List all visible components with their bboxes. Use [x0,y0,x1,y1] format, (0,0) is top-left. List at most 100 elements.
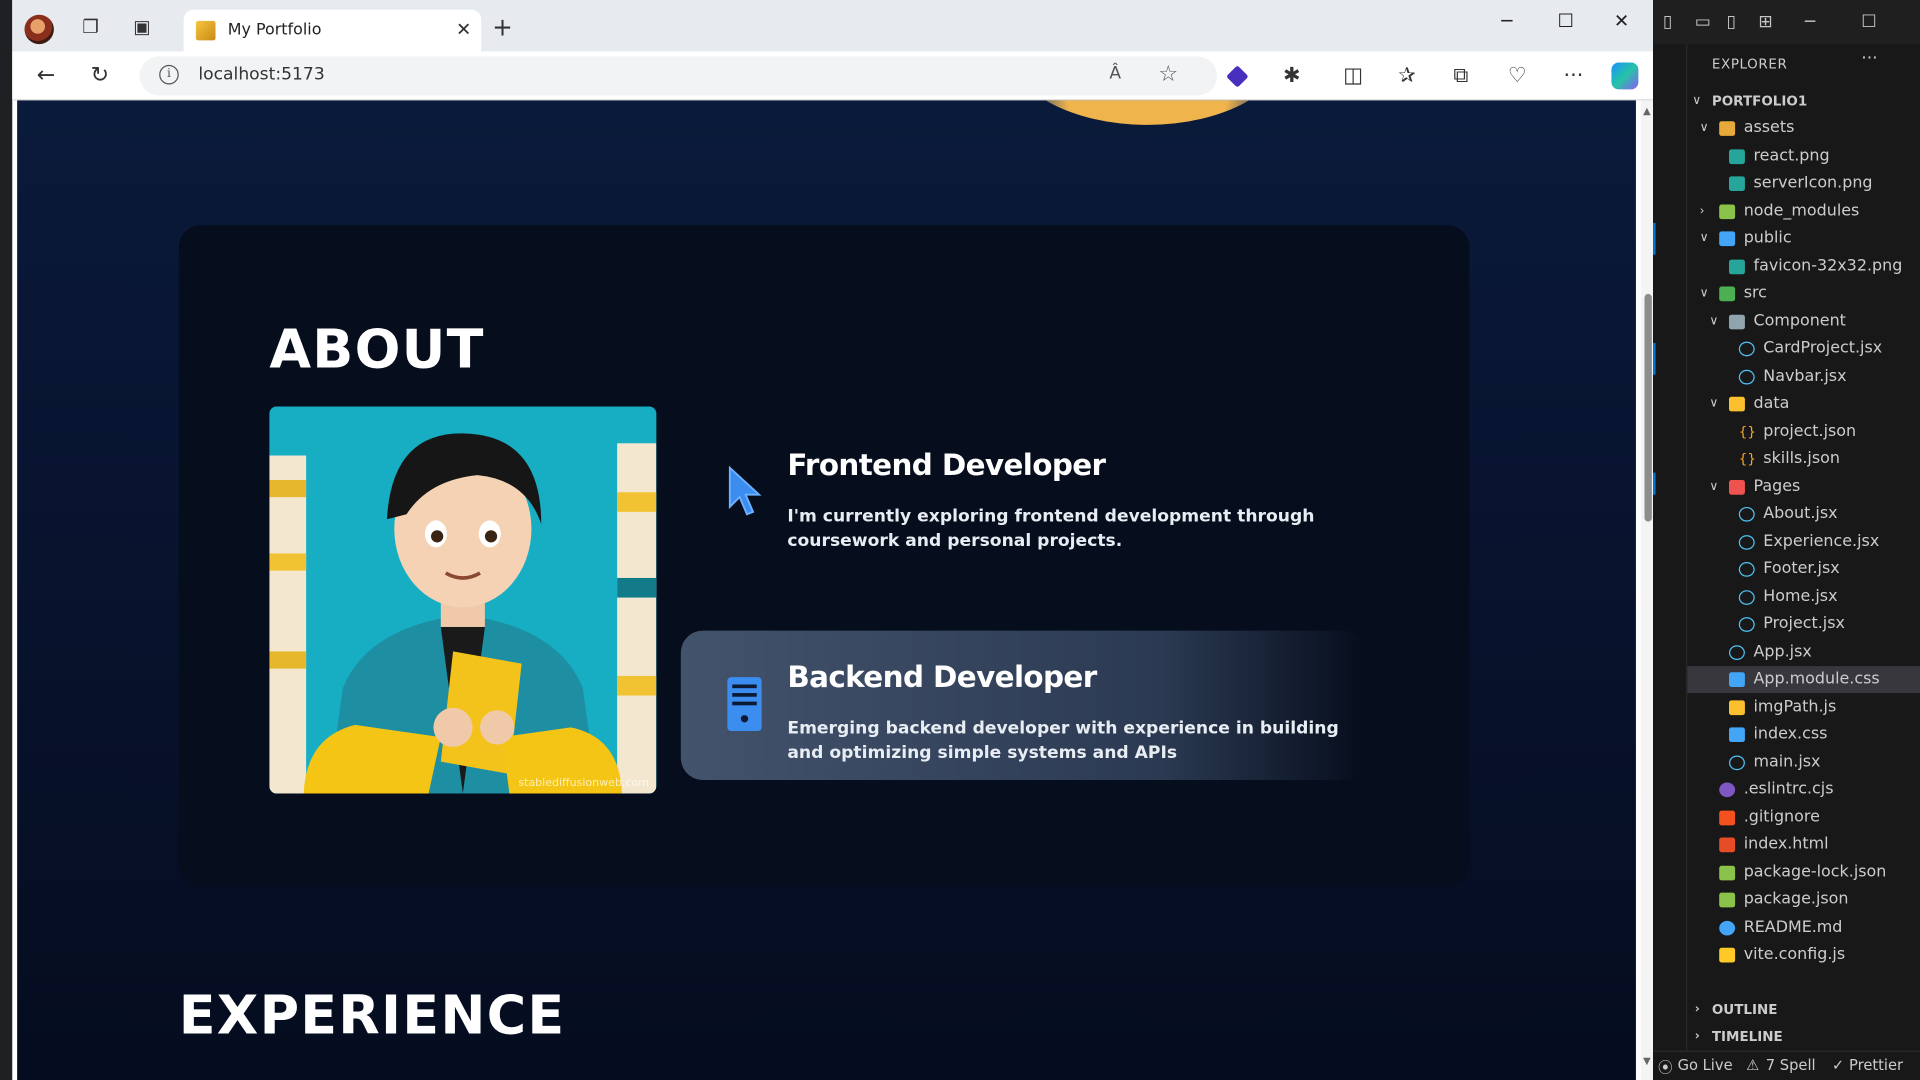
tree-file[interactable]: package.json [1687,887,1920,914]
page-scrollbar[interactable]: ▲ ▼ [1640,100,1654,1080]
tree-file[interactable]: .eslintrc.cjs [1687,776,1920,803]
tree-file[interactable]: index.css [1687,721,1920,748]
tree-item-label: data [1753,394,1790,413]
chevron-down-icon: ∨ [1699,231,1709,245]
react-file-icon [1728,754,1745,770]
avatar-illustration [269,406,657,794]
profile-avatar[interactable] [24,14,54,45]
tree-file[interactable]: favicon-32x32.png [1687,253,1920,280]
tree-file[interactable]: Navbar.jsx [1687,363,1920,390]
favorite-star-icon[interactable]: ☆ [1158,61,1178,87]
more-menu-icon[interactable]: ··· [1560,62,1587,89]
url-field[interactable]: i localhost:5173 Â ☆ [139,56,1218,96]
tree-folder[interactable]: ∨ data [1687,391,1920,418]
warning-icon: ⚠ [1746,1056,1760,1074]
vscode-maximize-icon[interactable]: ☐ [1861,12,1876,32]
scroll-up-arrow-icon[interactable]: ▲ [1641,105,1653,116]
toggle-primary-sidebar-icon[interactable]: ▯ [1663,12,1672,32]
toggle-secondary-sidebar-icon[interactable]: ▯ [1727,12,1736,32]
tree-file[interactable]: Home.jsx [1687,583,1920,610]
close-window-button[interactable]: ✕ [1614,10,1629,32]
address-bar-row: ← ↻ i localhost:5173 Â ☆ ✱ ◫ ✰ ⧉ ♡ ··· [12,51,1654,101]
tree-folder[interactable]: ∨ src [1687,280,1920,307]
go-live-button[interactable]: Go Live [1678,1057,1733,1074]
tree-folder[interactable]: ∨ public [1687,225,1920,252]
tree-folder[interactable]: ∨ assets [1687,115,1920,142]
role-description: I'm currently exploring frontend develop… [787,506,1315,552]
vscode-title-bar: ▯ ▭ ▯ ⊞ ─ ☐ [1653,0,1920,45]
tree-file[interactable]: CardProject.jsx [1687,336,1920,363]
copilot-icon[interactable] [1611,62,1639,90]
chevron-down-icon: ∨ [1699,286,1709,301]
tree-file[interactable]: App.jsx [1687,639,1920,666]
tree-file[interactable]: Footer.jsx [1687,556,1920,583]
tree-file[interactable]: {} project.json [1687,418,1920,445]
extension-icon[interactable] [1226,65,1249,88]
tree-file[interactable]: README.md [1687,914,1920,941]
role-title: Backend Developer [787,660,1097,695]
explorer-more-icon[interactable]: ··· [1861,49,1877,69]
role-card-frontend[interactable]: Frontend Developer I'm currently explori… [681,419,1367,568]
role-title: Frontend Developer [787,448,1106,483]
tab-my-portfolio[interactable]: My Portfolio ✕ [183,9,482,52]
maximize-button[interactable]: ☐ [1558,10,1574,32]
read-aloud-icon[interactable]: Â [1109,64,1121,84]
toggle-panel-icon[interactable]: ▭ [1695,12,1711,32]
react-file-icon [1738,506,1755,522]
tree-file[interactable]: main.jsx [1687,749,1920,776]
about-title: ABOUT [269,318,485,381]
vscode-minimize-icon[interactable]: ─ [1805,12,1815,32]
role-card-backend[interactable]: Backend Developer Emerging backend devel… [680,630,1367,781]
tree-file[interactable]: react.png [1687,143,1920,170]
prettier-status[interactable]: Prettier [1849,1057,1903,1074]
outline-section[interactable]: › OUTLINE [1687,997,1920,1024]
activity-bar [1653,44,1688,1051]
tree-file[interactable]: .gitignore [1687,804,1920,831]
tree-item-label: node_modules [1743,201,1860,220]
workspaces-icon[interactable]: ❐ [76,12,105,41]
go-live-icon: ⦿ [1657,1059,1673,1077]
collections-icon[interactable]: ⧉ [1447,62,1474,89]
extensions-puzzle-icon[interactable]: ✱ [1278,62,1305,89]
site-info-icon[interactable]: i [159,64,179,85]
refresh-icon[interactable]: ↻ [91,62,109,88]
folder-open-file-icon [1728,396,1745,412]
timeline-section[interactable]: › TIMELINE [1687,1024,1920,1051]
tree-item-label: src [1743,284,1767,303]
tree-folder[interactable]: ∨ Component [1687,308,1920,335]
tree-file[interactable]: vite.config.js [1687,942,1920,969]
tree-item-label: Component [1753,311,1846,331]
tree-file[interactable]: Experience.jsx [1687,528,1920,555]
new-tab-button[interactable]: + [492,15,513,39]
tree-folder[interactable]: › node_modules [1687,198,1920,225]
tree-item-label: package-lock.json [1743,862,1887,882]
prettier-check-icon: ✓ [1831,1056,1845,1074]
tab-title: My Portfolio [227,20,322,40]
image-file-icon [1728,258,1745,274]
browser-essentials-icon[interactable]: ♡ [1504,62,1531,89]
tree-item-label: Navbar.jsx [1763,366,1847,386]
tree-file[interactable]: App.module.css [1687,666,1920,694]
scroll-down-arrow-icon[interactable]: ▼ [1641,1056,1653,1067]
customize-layout-icon[interactable]: ⊞ [1758,12,1772,32]
tree-file[interactable]: Project.jsx [1687,611,1920,638]
minimize-button[interactable]: ─ [1501,10,1512,32]
tree-file[interactable]: index.html [1687,831,1920,858]
url-text: localhost:5173 [198,64,325,85]
scrollbar-thumb[interactable] [1644,293,1652,522]
tree-file[interactable]: imgPath.js [1687,694,1920,721]
tree-file[interactable]: package-lock.json [1687,859,1920,886]
close-tab-icon[interactable]: ✕ [456,18,471,40]
favorites-icon[interactable]: ✰ [1393,62,1420,89]
tree-folder[interactable]: ∨ Pages [1687,473,1920,500]
split-screen-icon[interactable]: ◫ [1340,62,1367,89]
tree-item-label: react.png [1753,146,1830,165]
back-arrow-icon[interactable]: ← [37,62,55,88]
tree-item-label: imgPath.js [1753,697,1837,716]
tab-actions-icon[interactable]: ▣ [127,12,156,41]
project-root[interactable]: ∨ PORTFOLIO1 [1687,88,1920,115]
tree-file[interactable]: About.jsx [1687,501,1920,528]
tree-file[interactable]: {} skills.json [1687,446,1920,473]
tree-file[interactable]: serverIcon.png [1687,170,1920,197]
spell-check-status[interactable]: 7 Spell [1766,1057,1816,1074]
